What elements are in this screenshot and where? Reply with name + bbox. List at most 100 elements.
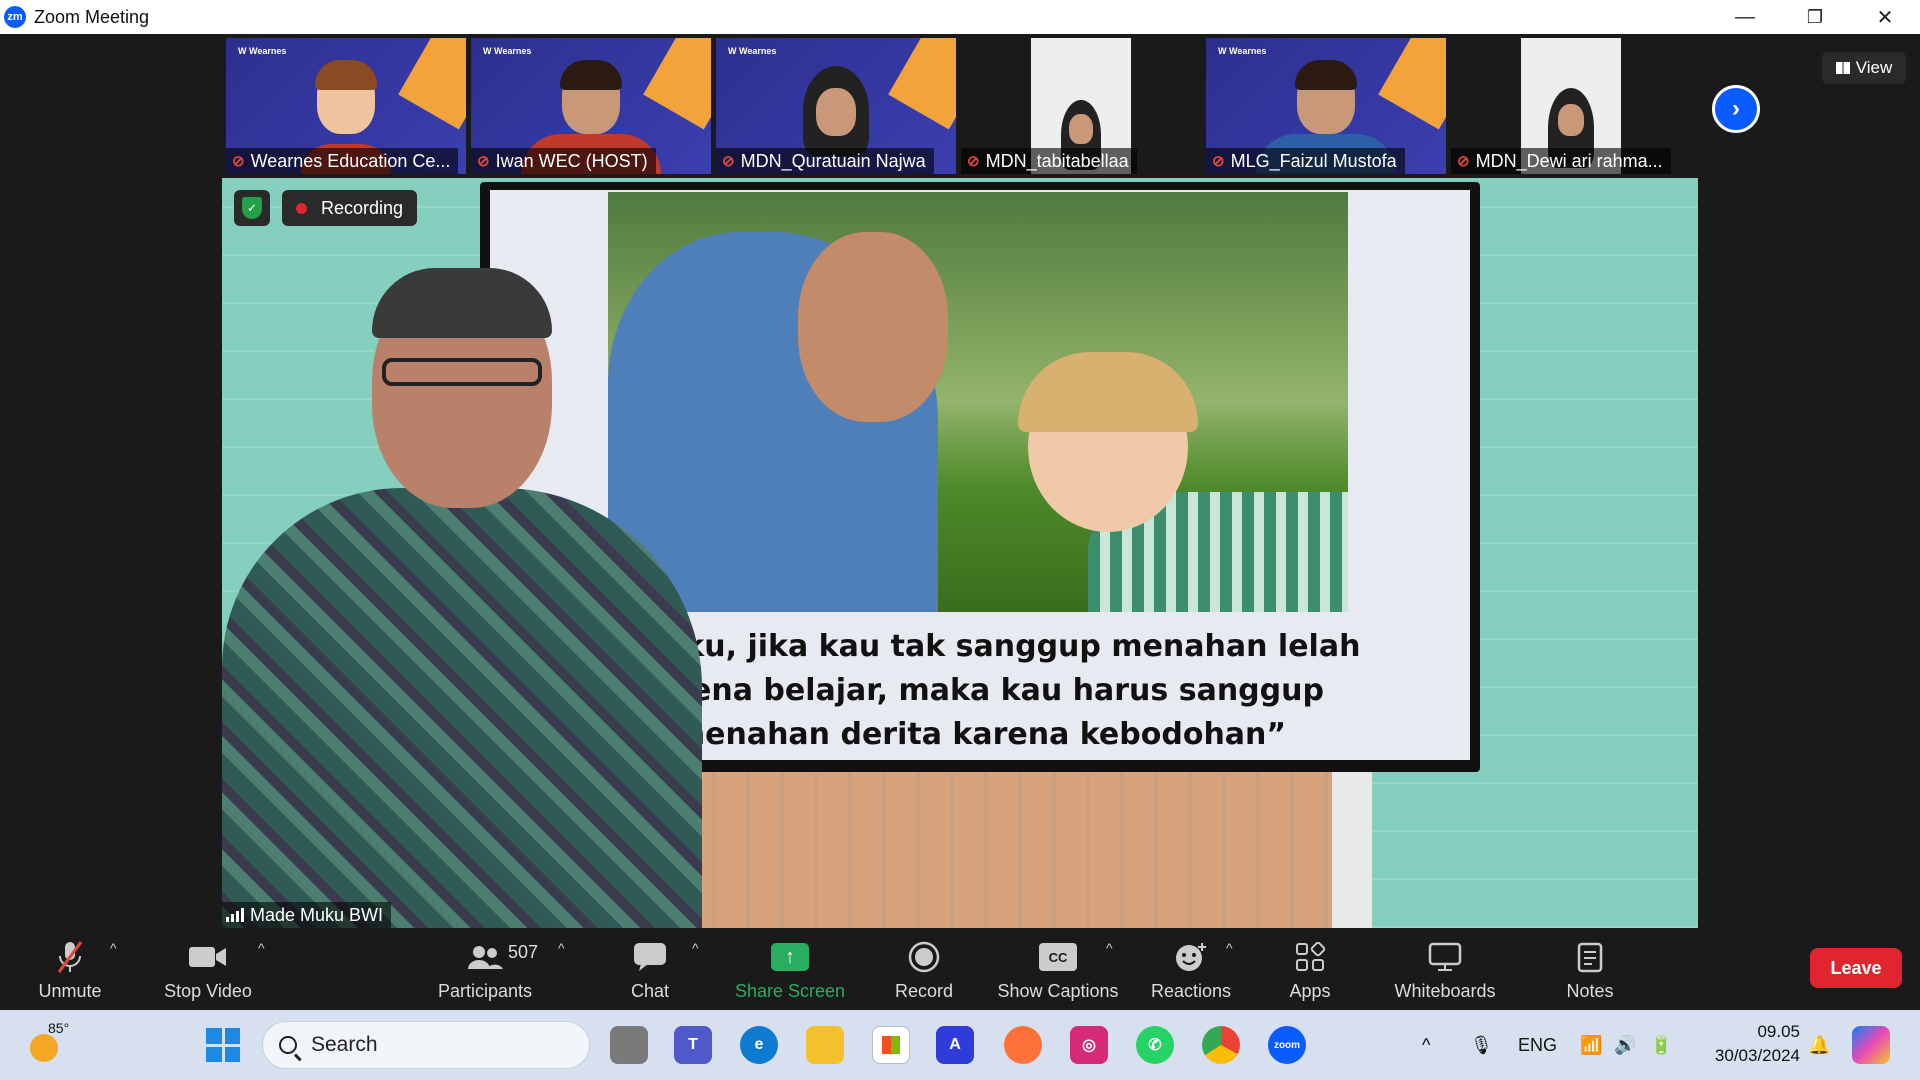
whatsapp-icon[interactable]: ✆ — [1136, 1026, 1174, 1064]
cc-badge: CC — [1039, 943, 1077, 971]
whiteboards-button[interactable]: Whiteboards — [1380, 928, 1510, 1010]
captions-options-caret[interactable]: ^ — [1106, 940, 1113, 956]
zoom-app-icon: zm — [4, 6, 26, 28]
participant-face — [1069, 114, 1093, 144]
stop-video-label: Stop Video — [164, 981, 252, 1001]
task-view-icon[interactable] — [610, 1026, 648, 1064]
audio-options-caret[interactable]: ^ — [110, 940, 117, 956]
tv-stand — [682, 772, 1342, 928]
tray-overflow-caret[interactable]: ^ — [1422, 1010, 1430, 1080]
chat-button[interactable]: Chat — [610, 928, 690, 1010]
share-screen-button[interactable]: ↑ Share Screen — [730, 928, 850, 1010]
notes-button[interactable]: Notes — [1550, 928, 1630, 1010]
speaker-shirt — [222, 488, 702, 928]
system-clock[interactable]: 09.05 30/03/2024 — [1700, 1020, 1800, 1068]
restore-button[interactable]: ❐ — [1780, 0, 1850, 34]
participant-strip: W Wearnes ⊘ Wearnes Education Ce... W Wea… — [0, 38, 1920, 176]
participant-name: MLG_Faizul Mustofa — [1230, 150, 1397, 171]
recording-indicator[interactable]: Recording — [282, 190, 418, 226]
participant-name: MDN_Quratuain Najwa — [740, 150, 926, 171]
stop-video-button[interactable]: Stop Video — [156, 928, 260, 1010]
participants-button[interactable]: Participants — [430, 928, 540, 1010]
participant-nameplate: ⊘ MDN_Dewi ari rahma... — [1451, 148, 1671, 174]
notification-bell-icon[interactable]: 🔔 — [1808, 1010, 1830, 1080]
edge-icon[interactable]: e — [740, 1026, 778, 1064]
zoom-taskbar-icon[interactable]: zoom — [1268, 1026, 1306, 1064]
chat-options-caret[interactable]: ^ — [692, 940, 699, 956]
meeting-stage: W Wearnes ⊘ Wearnes Education Ce... W Wea… — [0, 34, 1920, 928]
video-options-caret[interactable]: ^ — [258, 940, 265, 956]
participant-tile[interactable]: ⊘ MDN_Dewi ari rahma... — [1451, 38, 1691, 174]
speaker-hair — [372, 268, 552, 338]
participant-tile[interactable]: W Wearnes ⊘ Wearnes Education Ce... — [226, 38, 466, 174]
grid-icon — [1835, 62, 1850, 74]
taskbar-search[interactable]: Search — [262, 1021, 590, 1069]
search-placeholder: Search — [311, 1033, 378, 1056]
teams-icon[interactable]: T — [674, 1026, 712, 1064]
participants-label: Participants — [437, 981, 533, 1001]
instagram-icon[interactable]: ◎ — [1070, 1026, 1108, 1064]
tile-brand: W Wearnes — [1218, 46, 1267, 56]
reactions-options-caret[interactable]: ^ — [1226, 940, 1233, 956]
photo-boy-hair — [1018, 352, 1198, 432]
unmute-label: Unmute — [38, 981, 102, 1001]
participants-icon — [467, 937, 503, 977]
wifi-icon[interactable]: 📶 — [1580, 1010, 1602, 1080]
file-explorer-icon[interactable] — [806, 1026, 844, 1064]
unmute-button[interactable]: Unmute — [30, 928, 110, 1010]
muted-mic-icon: ⊘ — [232, 153, 245, 170]
view-button[interactable]: View — [1822, 52, 1906, 84]
reactions-label: Reactions — [1150, 981, 1232, 1001]
encryption-badge[interactable]: ✓ — [234, 190, 270, 226]
close-button[interactable]: ✕ — [1850, 0, 1920, 34]
participant-name: Wearnes Education Ce... — [250, 150, 451, 171]
chrome-icon[interactable] — [1202, 1026, 1240, 1064]
record-button[interactable]: Record — [874, 928, 974, 1010]
chevron-right-icon: › — [1732, 95, 1740, 122]
muted-mic-icon: ⊘ — [967, 153, 980, 170]
participant-name: MDN_tabitabellaa — [985, 150, 1129, 171]
speaker-glasses — [382, 358, 542, 386]
next-page-button[interactable]: › — [1712, 85, 1760, 133]
copilot-icon[interactable] — [1852, 1026, 1890, 1064]
minimize-button[interactable]: — — [1710, 0, 1780, 34]
apps-label: Apps — [1289, 981, 1331, 1001]
view-label: View — [1855, 58, 1893, 77]
participant-tile[interactable]: W Wearnes ⊘ MLG_Faizul Mustofa — [1206, 38, 1446, 174]
meeting-toolbar: Unmute ^ Stop Video ^ Participants 507 ^… — [0, 928, 1920, 1010]
participant-tile[interactable]: ⊘ MDN_tabitabellaa — [961, 38, 1201, 174]
weather-widget[interactable]: 85° — [26, 1020, 76, 1070]
tile-brand: W Wearnes — [483, 46, 532, 56]
reactions-button[interactable]: Reactions — [1144, 928, 1238, 1010]
whiteboards-label: Whiteboards — [1394, 981, 1496, 1001]
share-screen-icon: ↑ — [771, 937, 809, 977]
volume-icon[interactable]: 🔊 — [1614, 1010, 1636, 1080]
notes-label: Notes — [1566, 981, 1614, 1001]
start-button[interactable] — [206, 1028, 240, 1062]
battery-icon[interactable]: 🔋 — [1650, 1010, 1672, 1080]
main-video[interactable]: Anakku, jika kau tak sanggup menahan lel… — [222, 178, 1698, 928]
microsoft-store-icon[interactable] — [872, 1026, 910, 1064]
weather-sun-icon — [30, 1034, 58, 1062]
title-bar: zm Zoom Meeting — ❐ ✕ — [0, 0, 1920, 34]
participant-nameplate: ⊘ Iwan WEC (HOST) — [471, 148, 656, 174]
tv-stand-leg — [1332, 772, 1372, 928]
muted-mic-icon: ⊘ — [1212, 153, 1225, 170]
record-icon — [908, 937, 940, 977]
share-screen-label: Share Screen — [734, 981, 846, 1001]
chat-label: Chat — [630, 981, 670, 1001]
show-captions-label: Show Captions — [997, 981, 1119, 1001]
participant-nameplate: ⊘ MLG_Faizul Mustofa — [1206, 148, 1405, 174]
leave-button[interactable]: Leave — [1810, 948, 1902, 988]
participants-options-caret[interactable]: ^ — [558, 940, 565, 956]
participant-tile[interactable]: W Wearnes ⊘ MDN_Quratuain Najwa — [716, 38, 956, 174]
participant-nameplate: ⊘ MDN_Quratuain Najwa — [716, 148, 934, 174]
firefox-icon[interactable] — [1004, 1026, 1042, 1064]
signal-strength-icon — [226, 908, 244, 922]
tile-brand: W Wearnes — [238, 46, 287, 56]
language-indicator[interactable]: ENG — [1518, 1010, 1557, 1080]
affinity-app-icon[interactable]: A — [936, 1026, 974, 1064]
participant-tile[interactable]: W Wearnes ⊘ Iwan WEC (HOST) — [471, 38, 711, 174]
microphone-tray-icon[interactable]: 🎙 — [1470, 1010, 1493, 1080]
apps-button[interactable]: Apps — [1270, 928, 1350, 1010]
